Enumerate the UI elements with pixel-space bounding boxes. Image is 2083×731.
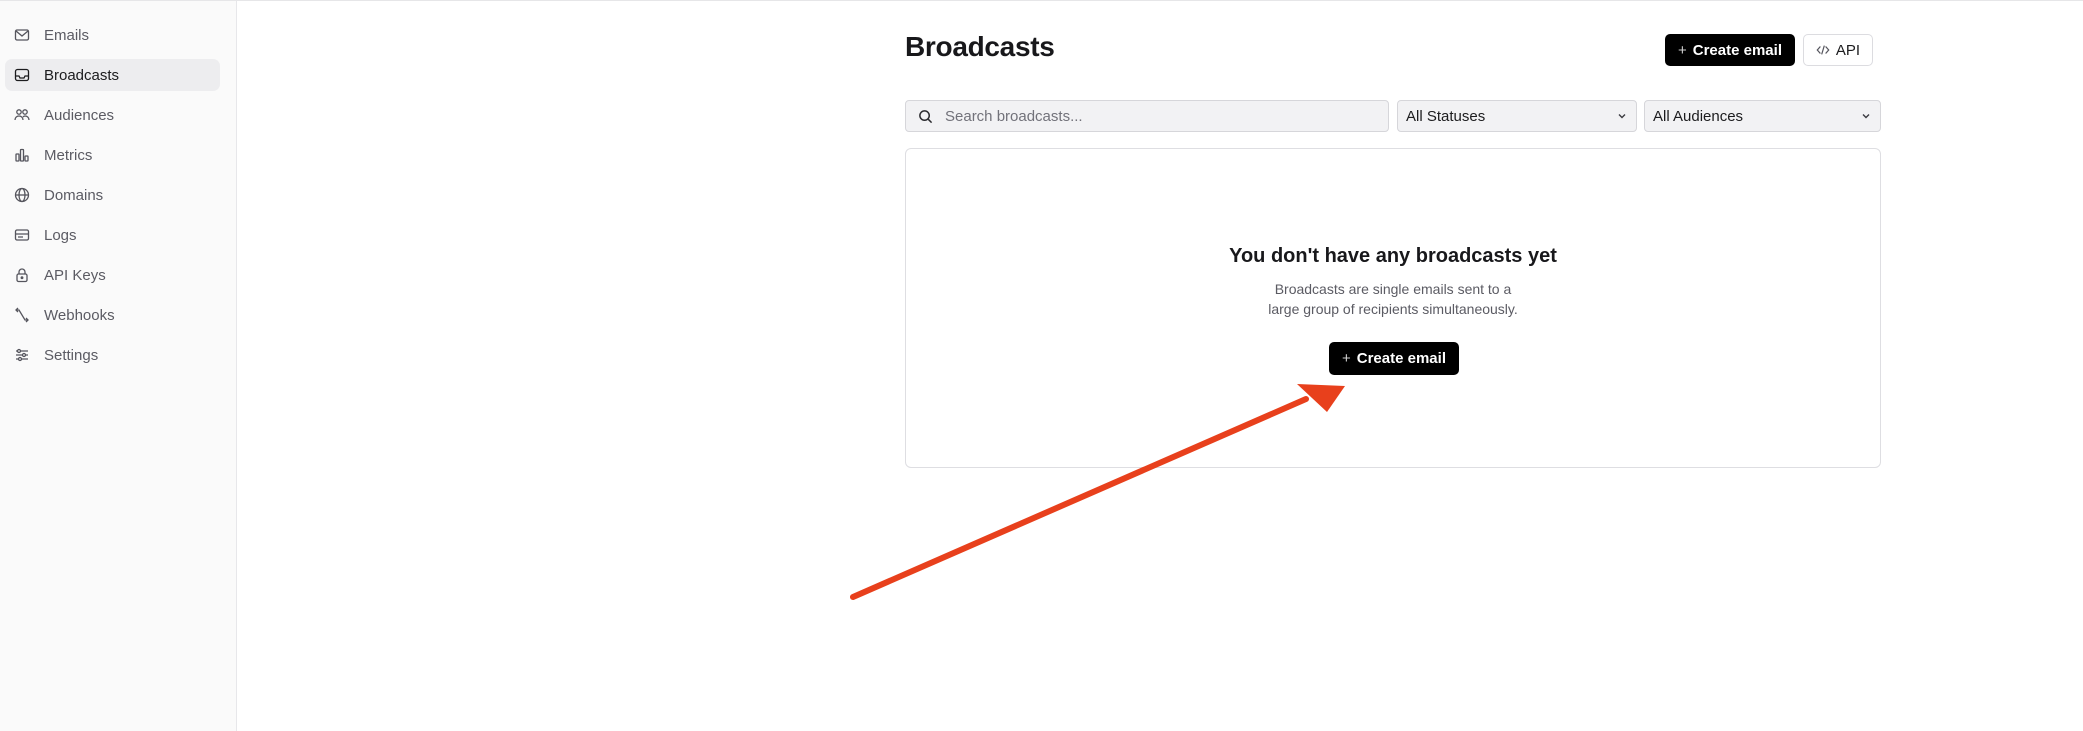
sidebar-item-label: Logs bbox=[44, 226, 77, 244]
chevron-down-icon bbox=[1860, 110, 1872, 122]
sidebar-item-label: Domains bbox=[44, 186, 104, 204]
audience-filter-value: All Audiences bbox=[1653, 107, 1744, 125]
webhook-icon bbox=[14, 307, 30, 323]
sidebar-item-domains[interactable]: Domains bbox=[5, 179, 220, 211]
search-icon bbox=[918, 109, 933, 124]
sidebar-item-label: Broadcasts bbox=[44, 66, 120, 84]
sidebar-item-label: Emails bbox=[44, 26, 90, 44]
users-icon bbox=[14, 107, 30, 123]
create-email-button[interactable]: + Create email bbox=[1665, 34, 1795, 66]
app-window: Emails Broadcasts Audiences Metrics Doma… bbox=[0, 0, 2083, 731]
audience-filter-select[interactable]: All Audiences bbox=[1644, 100, 1881, 132]
status-filter-select[interactable]: All Statuses bbox=[1397, 100, 1637, 132]
sidebar-item-label: Settings bbox=[44, 346, 99, 364]
sidebar-item-settings[interactable]: Settings bbox=[5, 339, 220, 371]
lock-icon bbox=[14, 267, 30, 283]
status-filter-value: All Statuses bbox=[1406, 107, 1486, 125]
empty-state-create-email-button[interactable]: + Create email bbox=[1329, 342, 1459, 375]
sidebar-item-label: Metrics bbox=[44, 146, 93, 164]
logs-icon bbox=[14, 227, 30, 243]
sidebar-item-emails[interactable]: Emails bbox=[5, 19, 220, 51]
create-email-label: Create email bbox=[1692, 41, 1782, 59]
page-title: Broadcasts bbox=[905, 31, 1055, 62]
sidebar-item-label: Webhooks bbox=[44, 306, 115, 324]
sidebar-item-api-keys[interactable]: API Keys bbox=[5, 259, 220, 291]
code-icon bbox=[1816, 43, 1830, 57]
globe-icon bbox=[14, 187, 30, 203]
sidebar-item-webhooks[interactable]: Webhooks bbox=[5, 299, 220, 331]
sidebar-item-broadcasts[interactable]: Broadcasts bbox=[5, 59, 220, 91]
sliders-icon bbox=[14, 347, 30, 363]
create-email-label: Create email bbox=[1356, 350, 1446, 367]
sidebar-item-label: Audiences bbox=[44, 106, 115, 124]
inbox-icon bbox=[14, 67, 30, 83]
empty-state-title: You don't have any broadcasts yet bbox=[1229, 245, 1557, 267]
search-input[interactable] bbox=[943, 106, 1373, 126]
empty-state-card: You don't have any broadcasts yet Broadc… bbox=[905, 148, 1881, 468]
chevron-down-icon bbox=[1616, 110, 1628, 122]
mail-icon bbox=[14, 27, 30, 43]
empty-state-description-line: Broadcasts are single emails sent to a bbox=[1274, 281, 1512, 297]
sidebar-item-logs[interactable]: Logs bbox=[5, 219, 220, 251]
bar-chart-icon bbox=[14, 147, 30, 163]
api-label: API bbox=[1835, 41, 1861, 59]
sidebar-item-label: API Keys bbox=[44, 266, 106, 284]
search-box[interactable] bbox=[905, 100, 1389, 132]
empty-state-description: Broadcasts are single emails sent to a l… bbox=[906, 279, 1880, 319]
sidebar: Emails Broadcasts Audiences Metrics Doma… bbox=[0, 1, 237, 731]
sidebar-item-metrics[interactable]: Metrics bbox=[5, 139, 220, 171]
plus-icon: + bbox=[1342, 350, 1351, 367]
empty-state-description-line: large group of recipients simultaneously… bbox=[1268, 301, 1518, 317]
sidebar-item-audiences[interactable]: Audiences bbox=[5, 99, 220, 131]
plus-icon: + bbox=[1678, 41, 1687, 59]
api-button[interactable]: API bbox=[1803, 34, 1873, 66]
